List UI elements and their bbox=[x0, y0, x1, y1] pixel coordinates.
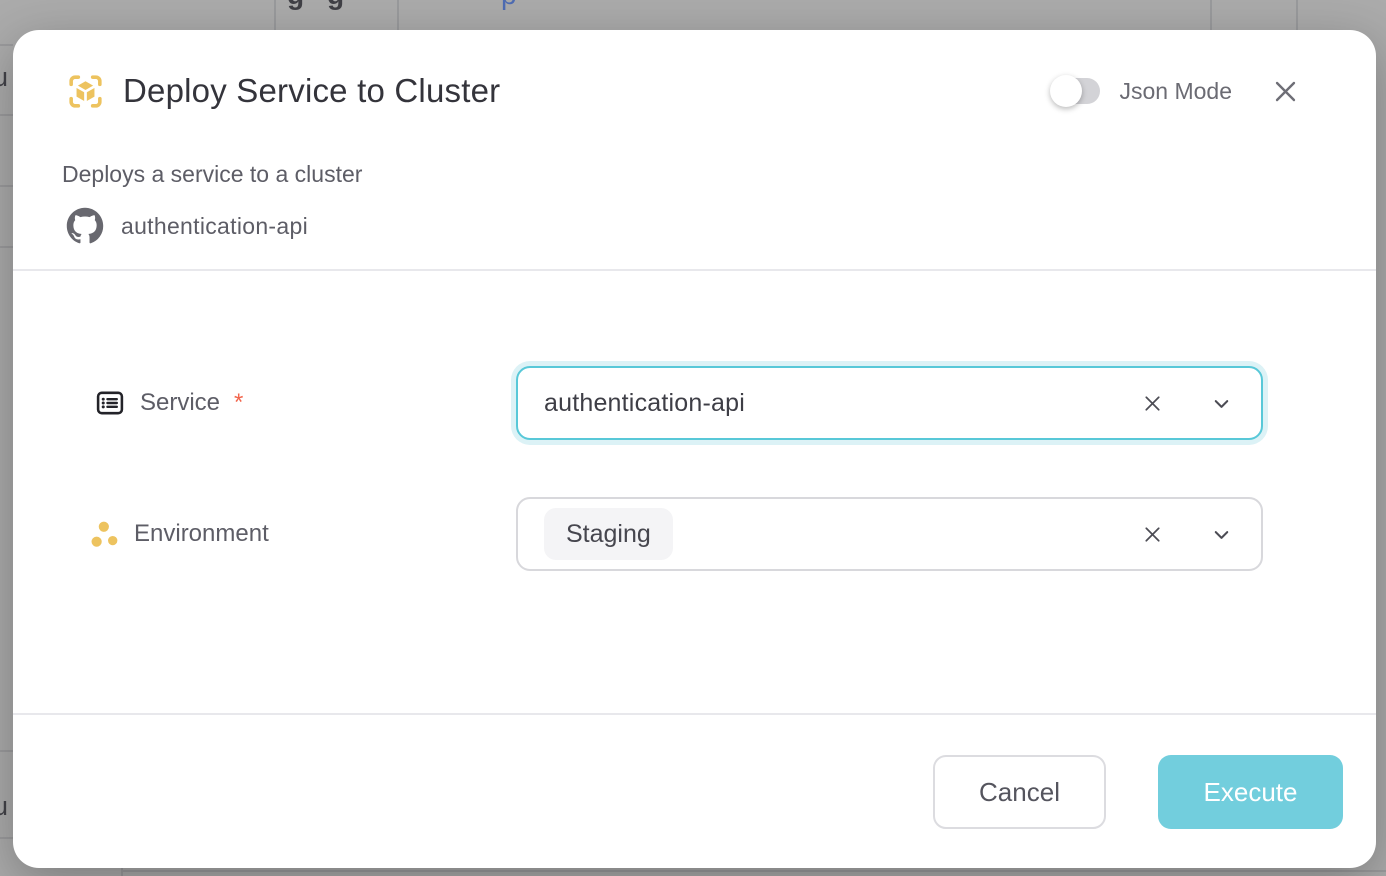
modal-description: Deploys a service to a cluster bbox=[62, 161, 362, 188]
deploy-service-modal: Deploy Service to Cluster Json Mode Depl… bbox=[13, 30, 1376, 868]
github-icon bbox=[66, 207, 104, 245]
toggle-knob[interactable] bbox=[1050, 75, 1082, 107]
chevron-down-icon bbox=[1210, 523, 1233, 546]
background-table-line bbox=[397, 0, 399, 30]
modal-header-actions: Json Mode bbox=[1052, 68, 1300, 114]
background-text-fragment: u bbox=[0, 791, 8, 822]
background-row-line bbox=[0, 246, 13, 248]
modal-header: Deploy Service to Cluster bbox=[64, 68, 500, 114]
environment-select[interactable]: Staging bbox=[516, 497, 1263, 571]
json-mode-toggle[interactable] bbox=[1052, 78, 1100, 104]
modal-footer: Cancel Execute bbox=[933, 755, 1343, 829]
service-field-label: Service bbox=[140, 389, 220, 417]
environment-clear-button[interactable] bbox=[1141, 523, 1164, 546]
clear-x-icon bbox=[1141, 392, 1164, 415]
background-text-fragment: p bbox=[501, 0, 517, 11]
execute-button[interactable]: Execute bbox=[1158, 755, 1343, 829]
list-details-icon bbox=[93, 386, 127, 420]
background-table-line bbox=[122, 870, 1386, 872]
json-mode-label: Json Mode bbox=[1119, 78, 1232, 105]
background-row-line bbox=[0, 750, 13, 752]
chevron-down-icon bbox=[1210, 392, 1233, 415]
cancel-button[interactable]: Cancel bbox=[933, 755, 1106, 829]
service-select-value: authentication-api bbox=[544, 389, 745, 418]
modal-title: Deploy Service to Cluster bbox=[123, 72, 500, 110]
header-divider bbox=[13, 269, 1376, 271]
environment-label-group: Environment bbox=[90, 497, 269, 571]
service-label-group: Service * bbox=[93, 366, 243, 440]
cube-scan-icon bbox=[64, 70, 107, 113]
clear-x-icon bbox=[1141, 523, 1164, 546]
close-button[interactable] bbox=[1270, 76, 1300, 106]
service-dropdown-button[interactable] bbox=[1210, 392, 1233, 415]
background-row-line bbox=[0, 837, 13, 839]
environment-field-label: Environment bbox=[134, 520, 269, 548]
service-clear-button[interactable] bbox=[1141, 392, 1164, 415]
close-icon bbox=[1271, 77, 1300, 106]
repository-row: authentication-api bbox=[66, 207, 308, 245]
background-table-line bbox=[121, 868, 123, 876]
background-table-line bbox=[1296, 0, 1298, 30]
background-row-line bbox=[0, 44, 13, 46]
field-row-environment: Environment Staging bbox=[13, 497, 1376, 571]
background-text-fragment: g bbox=[287, 0, 304, 11]
environment-dropdown-button[interactable] bbox=[1210, 523, 1233, 546]
repository-name: authentication-api bbox=[121, 213, 308, 240]
environment-tag: Staging bbox=[544, 508, 673, 560]
background-text-fragment: u bbox=[0, 62, 8, 93]
service-select[interactable]: authentication-api bbox=[516, 366, 1263, 440]
hierarchy-dots-icon bbox=[90, 519, 121, 550]
background-row-line bbox=[0, 114, 13, 116]
background-table-line bbox=[274, 0, 276, 30]
background-row-line bbox=[0, 185, 13, 187]
background-text-fragment: g bbox=[327, 0, 344, 11]
required-marker: * bbox=[234, 389, 243, 417]
footer-divider bbox=[13, 713, 1376, 715]
field-row-service: Service * authentication-api bbox=[13, 366, 1376, 440]
background-table-line bbox=[1210, 0, 1212, 30]
